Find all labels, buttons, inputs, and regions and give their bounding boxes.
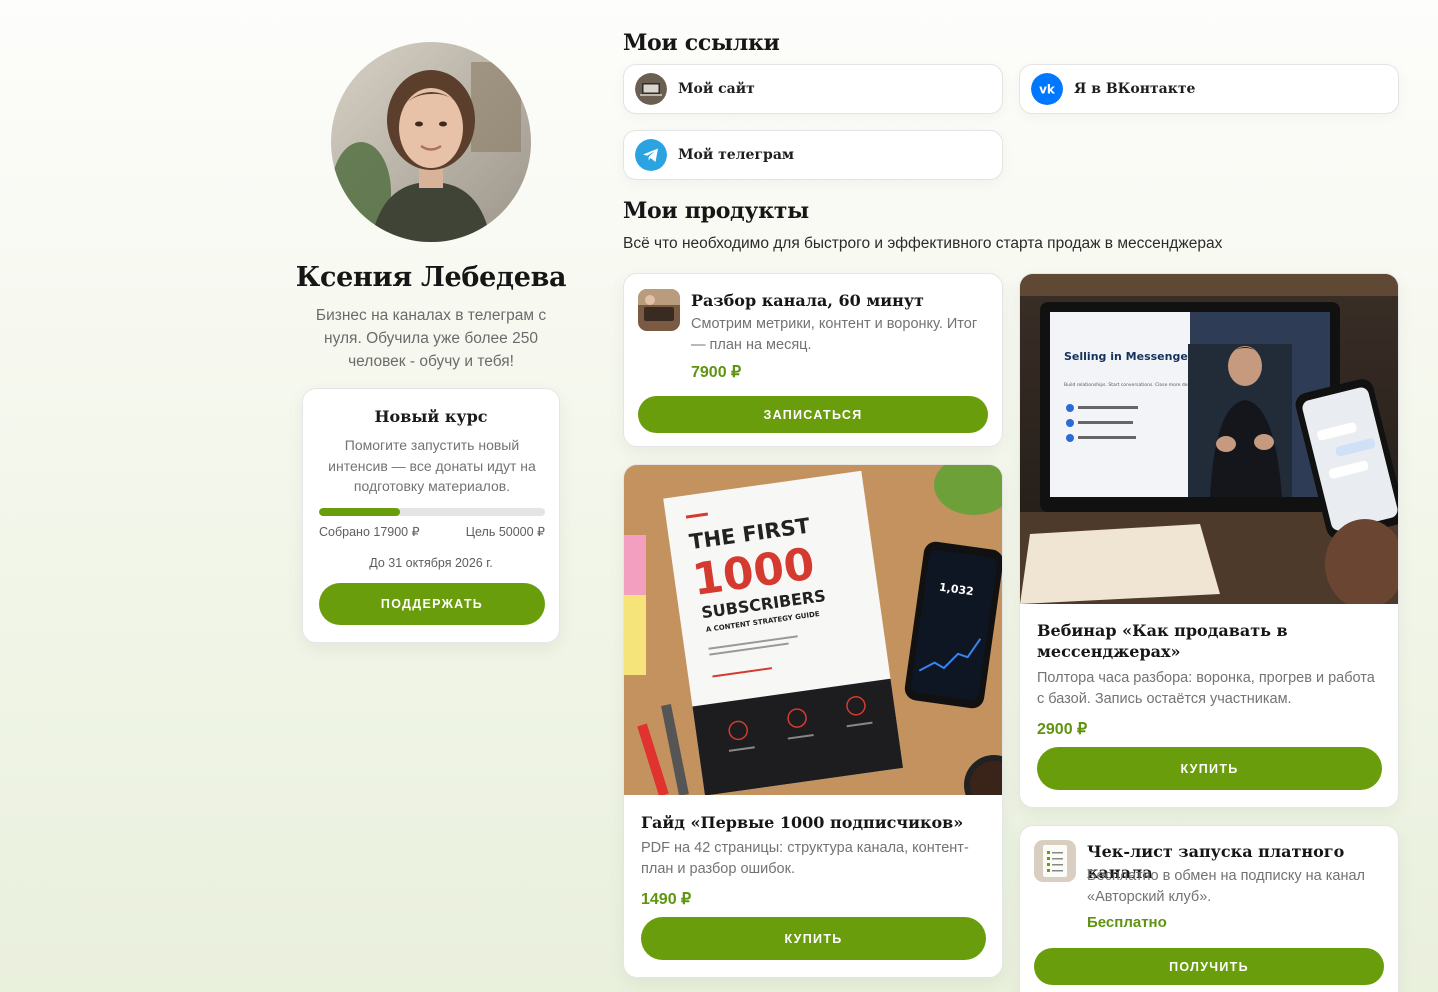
buy-guide-button[interactable]: КУПИТЬ (641, 917, 986, 960)
webinar-slide-title: Selling in Messengers (1064, 350, 1200, 363)
link-label: Я в ВКонтакте (1074, 81, 1196, 97)
support-button[interactable]: ПОДДЕРЖАТЬ (319, 583, 545, 625)
product-title: Разбор канала, 60 минут (691, 291, 924, 310)
svg-text:vk: vk (1039, 83, 1056, 97)
donation-description: Помогите запустить новый интенсив — все … (328, 437, 536, 494)
vk-icon: vk (1031, 73, 1063, 105)
signup-button[interactable]: ЗАПИСАТЬСЯ (638, 396, 988, 433)
webinar-cover-image: Selling in Messengers Build relationship… (1020, 274, 1398, 604)
product-price: Бесплатно (1087, 914, 1167, 931)
profile-bio: Бизнес на каналах в телеграм с нуля. Обу… (315, 307, 547, 370)
product-title: Вебинар «Как продавать в мессенджерах» (1037, 621, 1288, 661)
donation-progress-bar (319, 508, 545, 516)
product-description: Смотрим метрики, контент и воронку. Итог… (691, 316, 978, 353)
product-description: Полтора часа разбора: воронка, прогрев и… (1037, 670, 1375, 707)
telegram-icon (635, 139, 667, 171)
link-vk[interactable]: vk Я в ВКонтакте (1019, 64, 1399, 114)
products-heading: Мои продукты (623, 198, 809, 224)
profile-name: Ксения Лебедева (295, 262, 567, 293)
link-telegram[interactable]: Мой телеграм (623, 130, 1003, 180)
donation-progress-fill (319, 508, 400, 516)
donation-deadline: До 31 октября 2026 г. (369, 556, 493, 570)
link-label: Мой телеграм (678, 147, 795, 163)
link-my-site[interactable]: Мой сайт (623, 64, 1003, 114)
laptop-photo-icon (635, 73, 667, 105)
links-heading: Мои ссылки (623, 30, 780, 56)
product-title: Гайд «Первые 1000 подписчиков» (641, 813, 964, 832)
product-description: PDF на 42 страницы: структура канала, ко… (641, 840, 969, 877)
donation-goal: Цель 50000 ₽ (465, 525, 545, 539)
product-price: 1490 ₽ (641, 891, 692, 908)
guide-cover-image: THE FIRST 1000 SUBSCRIBERS A CONTENT STR… (624, 465, 1002, 795)
product-card-review: Разбор канала, 60 минут Смотрим метрики,… (623, 273, 1003, 447)
donation-stats: Собрано 17900 ₽ Цель 50000 ₽ (319, 524, 545, 539)
buy-webinar-button[interactable]: КУПИТЬ (1037, 747, 1382, 790)
donation-card: Новый курс Помогите запустить новый инте… (302, 388, 560, 643)
product-thumbnail (638, 289, 680, 331)
donation-collected: Собрано 17900 ₽ (319, 525, 420, 539)
product-card-guide: THE FIRST 1000 SUBSCRIBERS A CONTENT STR… (623, 464, 1003, 978)
profile-avatar (331, 42, 531, 242)
product-card-checklist: Чек-лист запуска платного канала Бесплат… (1019, 825, 1399, 992)
donation-title: Новый курс (374, 407, 488, 426)
product-card-webinar: Selling in Messengers Build relationship… (1019, 273, 1399, 808)
webinar-slide-sub: Build relationships. Start conversations… (1064, 382, 1195, 388)
product-price: 2900 ₽ (1037, 721, 1088, 738)
product-description: Бесплатно в обмен на подписку на канал «… (1087, 868, 1365, 905)
link-label: Мой сайт (678, 81, 755, 97)
get-checklist-button[interactable]: ПОЛУЧИТЬ (1034, 948, 1384, 985)
products-subtitle: Всё что необходимо для быстрого и эффект… (623, 235, 1223, 252)
product-thumbnail (1034, 840, 1076, 882)
product-price: 7900 ₽ (691, 364, 742, 381)
